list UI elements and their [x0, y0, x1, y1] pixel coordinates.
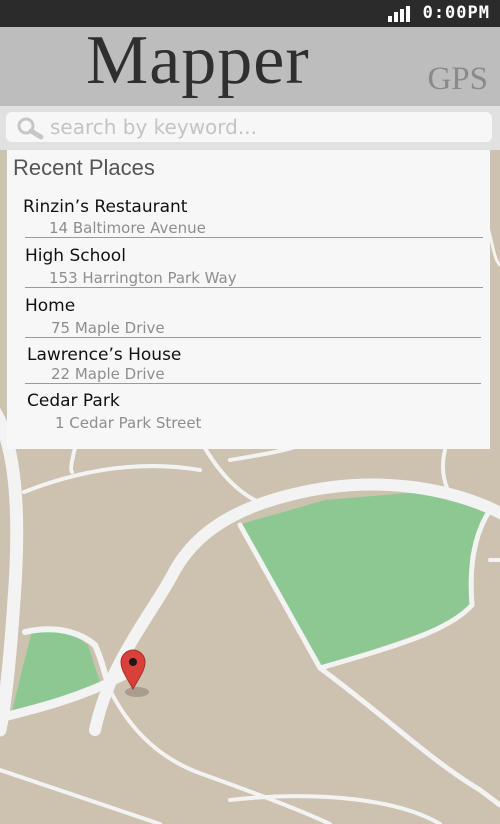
recent-place-item[interactable]: High School 153 Harrington Park Way	[25, 246, 485, 287]
place-address: 75 Maple Drive	[51, 319, 165, 337]
recent-places-panel: Recent Places Rinzin’s Restaurant 14 Bal…	[7, 150, 490, 449]
place-name: Home	[25, 296, 76, 316]
place-name: Lawrence’s House	[27, 345, 182, 365]
place-address: 22 Maple Drive	[51, 365, 165, 383]
divider	[25, 337, 481, 338]
app-subtitle: GPS	[427, 61, 488, 97]
search-icon[interactable]	[16, 116, 44, 140]
divider	[25, 287, 483, 288]
divider	[25, 383, 481, 384]
search-input[interactable]	[50, 112, 480, 142]
recent-places-title: Recent Places	[13, 155, 155, 180]
place-name: Cedar Park	[27, 391, 120, 411]
place-address: 14 Baltimore Avenue	[49, 219, 206, 237]
app-title: Mapper	[86, 22, 310, 99]
recent-place-item[interactable]: Rinzin’s Restaurant 14 Baltimore Avenue	[23, 197, 483, 237]
place-address: 1 Cedar Park Street	[55, 414, 202, 432]
recent-place-item[interactable]: Cedar Park 1 Cedar Park Street	[27, 391, 487, 433]
app-header: Mapper GPS	[0, 22, 500, 106]
status-time: 0:00PM	[422, 3, 490, 23]
place-address: 153 Harrington Park Way	[49, 269, 237, 287]
search-box[interactable]	[6, 112, 492, 142]
search-bar	[0, 106, 500, 150]
place-name: High School	[25, 246, 126, 266]
signal-bars-icon	[388, 6, 410, 22]
place-name: Rinzin’s Restaurant	[23, 197, 188, 217]
recent-place-item[interactable]: Lawrence’s House 22 Maple Drive	[27, 345, 487, 383]
divider	[25, 237, 483, 238]
recent-place-item[interactable]: Home 75 Maple Drive	[25, 296, 485, 337]
